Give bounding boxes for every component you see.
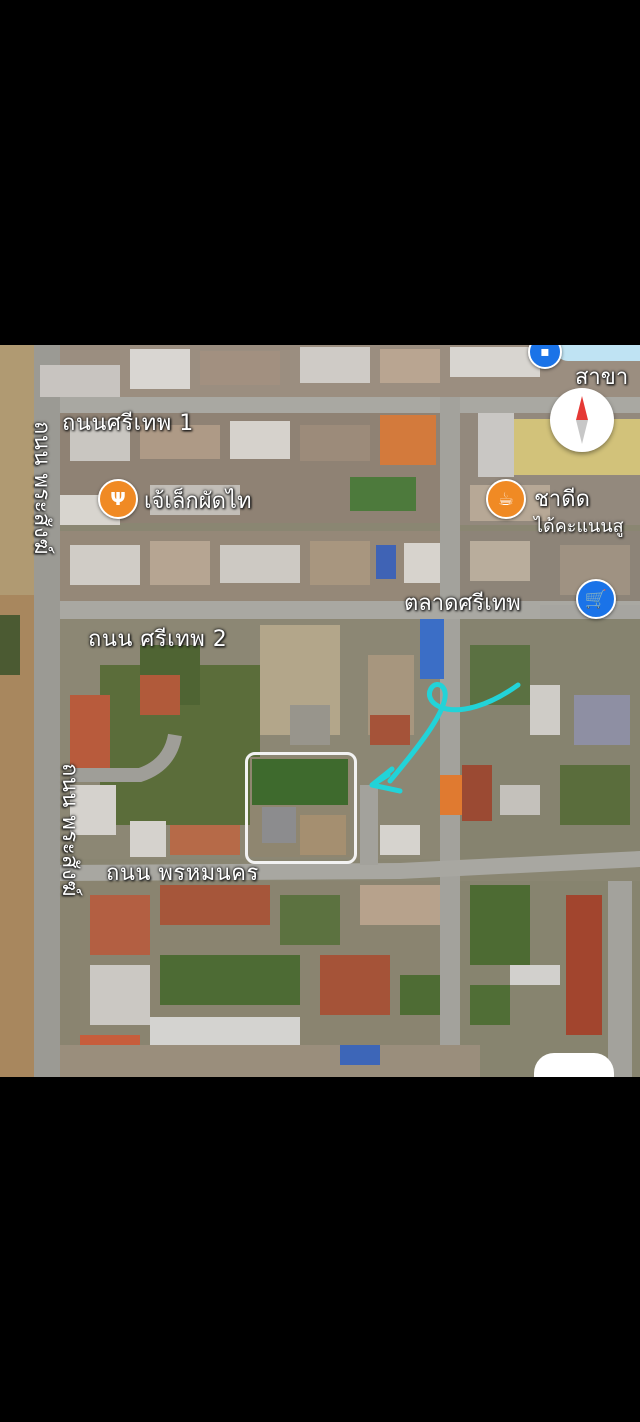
satellite-imagery: [0, 345, 640, 1077]
market-label[interactable]: ตลาดศรีเทพ: [404, 585, 521, 620]
road-label-phra-sang-bottom: ถนน พระสังฆ์: [57, 763, 82, 898]
coffee-cup-icon[interactable]: ☕: [486, 479, 526, 519]
fork-knife-icon[interactable]: Ψ: [98, 479, 138, 519]
restaurant-label[interactable]: เจ้เล็กผัดไท: [144, 483, 251, 518]
road-label-phrom-nakhon: ถนน พรหมนคร: [106, 861, 259, 886]
satellite-map[interactable]: ▪ สาขา ถนนศรีเทพ 1 Ψ เจ้เล็กผัดไท ☕ ชาดี…: [0, 345, 640, 1077]
road-label-sri-thep-1: ถนนศรีเทพ 1: [62, 411, 194, 436]
bottom-sheet-handle[interactable]: [534, 1053, 614, 1077]
cafe-rating-label: ได้คะแนนสู: [534, 516, 624, 537]
compass-icon[interactable]: [550, 388, 614, 452]
selection-box: [245, 752, 357, 864]
shopping-cart-icon[interactable]: 🛒: [576, 579, 616, 619]
road-label-sri-thep-2: ถนน ศรีเทพ 2: [88, 627, 228, 652]
road-label-phra-sang-top: ถนน พระสังฆ์: [29, 421, 54, 556]
screen: ▪ สาขา ถนนศรีเทพ 1 Ψ เจ้เล็กผัดไท ☕ ชาดี…: [0, 0, 640, 1422]
